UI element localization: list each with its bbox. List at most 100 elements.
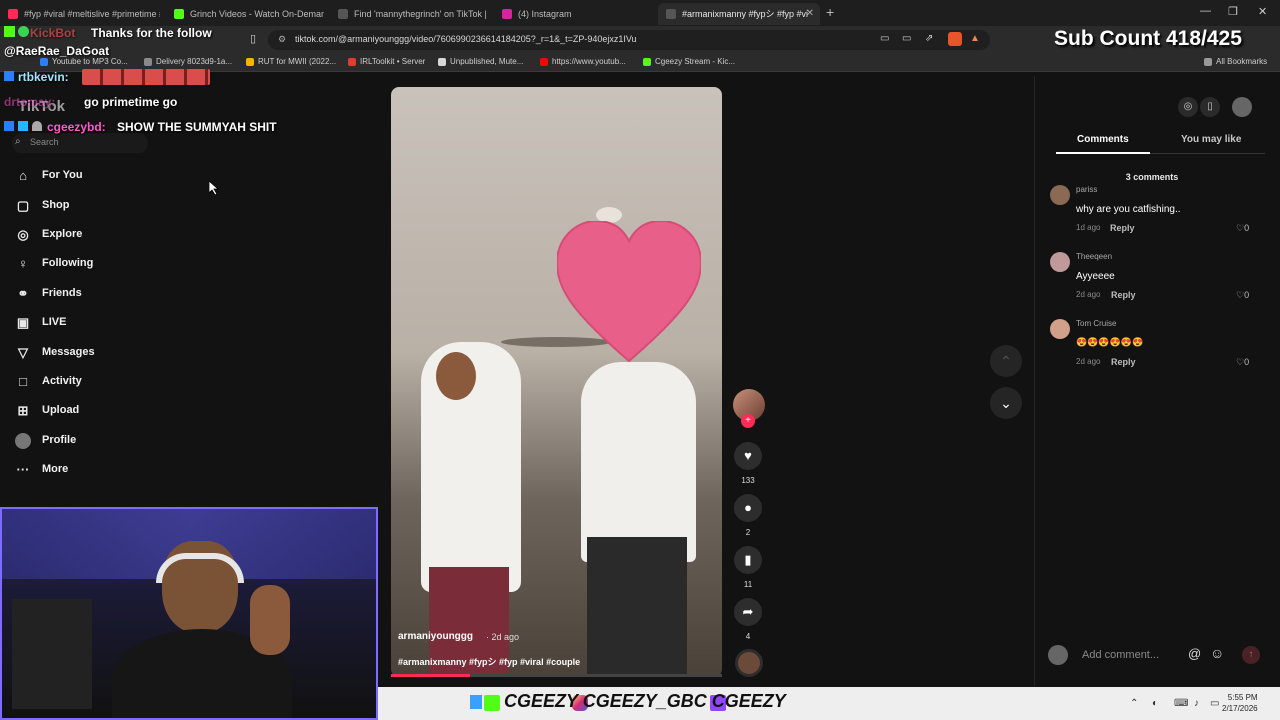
kick-badge-icon — [4, 26, 15, 37]
bookmark-cgeezy-stream[interactable]: Cgeezy Stream - Kic... — [643, 57, 735, 66]
nav-messages[interactable]: ▽ Messages — [15, 342, 175, 364]
person-right-pants — [587, 537, 687, 677]
reply-button[interactable]: Reply — [1111, 290, 1136, 300]
comment-username[interactable]: Tom Cruise — [1076, 319, 1116, 328]
minimize-icon[interactable]: — — [1200, 5, 1211, 17]
tab-instagram[interactable]: (4) Instagram — [494, 3, 652, 25]
chat-username: cgeezybd: — [47, 120, 106, 134]
tab-tiktok-fyp[interactable]: #fyp #viral #meltislive #primetime # — [0, 3, 160, 25]
comment-username[interactable]: pariss — [1076, 185, 1097, 194]
bookmark-rut-mwii[interactable]: RUT for MWII (2022... — [246, 57, 336, 66]
nav-live[interactable]: ▣ LIVE — [15, 312, 175, 334]
bookmark-delivery[interactable]: Delivery 8023d9-1a... — [144, 57, 232, 66]
heart-outline-icon[interactable]: ♡ — [1236, 357, 1244, 367]
comment-username[interactable]: Theeqeen — [1076, 252, 1112, 261]
my-avatar — [1048, 645, 1068, 665]
close-window-icon[interactable]: ✕ — [1258, 5, 1267, 18]
tab-find-manny[interactable]: Find 'mannythegrinch' on TikTok | Tik — [330, 3, 488, 25]
chat-message-text: SHOW THE SUMMYAH SHIT — [117, 120, 277, 134]
network-icon[interactable]: ⌨ — [1174, 698, 1188, 709]
share-arrow-icon[interactable]: ➦ — [734, 598, 762, 626]
tab-you-may-like[interactable]: You may like — [1181, 134, 1241, 145]
video-time: · 2d ago — [486, 632, 520, 642]
user-avatar[interactable] — [1232, 97, 1252, 117]
comment-icon[interactable]: ● — [734, 494, 762, 522]
nav-upload[interactable]: ⊞ Upload — [15, 400, 175, 422]
all-bookmarks[interactable]: All Bookmarks — [1204, 57, 1267, 66]
comment-like[interactable]: ♡0 — [1236, 290, 1249, 301]
nav-shop[interactable]: ▢ Shop — [15, 195, 175, 217]
nav-more[interactable]: ··· More — [15, 459, 175, 481]
app-tray-icon[interactable]: ◐ — [1152, 698, 1158, 709]
new-tab-button[interactable]: + — [826, 4, 834, 20]
url-text[interactable]: tiktok.com/@armaniyounggg/video/76069902… — [295, 34, 637, 44]
tab-comments[interactable]: Comments — [1077, 134, 1129, 145]
close-tab-icon[interactable]: ✕ — [806, 3, 814, 25]
cast-icon[interactable]: ▭ — [902, 33, 911, 44]
heart-icon[interactable]: ♥ — [734, 442, 762, 470]
brave-shield-icon[interactable] — [948, 32, 962, 46]
nav-for-you[interactable]: ⌂ For You — [15, 165, 175, 187]
chevron-up-icon[interactable]: ⌃ — [1130, 698, 1138, 709]
reply-button[interactable]: Reply — [1110, 223, 1135, 233]
extension-icon[interactable]: ▭ — [880, 33, 889, 44]
volume-icon[interactable]: ♪ — [1194, 698, 1199, 709]
tab-divider — [1150, 153, 1265, 154]
bookmark-unpublished[interactable]: Unpublished, Mute... — [438, 57, 523, 66]
comment-action[interactable]: ● 2 — [734, 494, 762, 537]
chat-badge-icon — [18, 121, 28, 131]
windows-icon[interactable] — [470, 695, 482, 709]
tab-active-video[interactable]: #armanixmanny #fypシ #fyp #vi ✕ — [658, 3, 820, 25]
nav-following[interactable]: ♀ Following — [15, 253, 175, 275]
mention-icon[interactable]: @ — [1188, 646, 1201, 661]
more-icon: ··· — [16, 462, 30, 477]
system-clock[interactable]: 5:55 PM 2/17/2026 — [1222, 692, 1258, 714]
bookmark-irltoolkit[interactable]: IRLToolkit • Server — [348, 57, 425, 66]
commenter-avatar[interactable] — [1050, 185, 1070, 205]
reply-button[interactable]: Reply — [1111, 357, 1136, 367]
home-icon: ⌂ — [19, 168, 27, 183]
bookmark-youtube[interactable]: https://www.youtub... — [540, 57, 626, 66]
video-hashtags[interactable]: #armanixmanny #fypシ #fyp #viral #couple — [398, 655, 580, 668]
video-username[interactable]: armaniyounggg — [398, 631, 473, 642]
save-action[interactable]: ▮ 11 — [734, 546, 762, 589]
shopping-bag-icon: ▢ — [16, 198, 30, 213]
tab-grinch-videos[interactable]: Grinch Videos - Watch On-Demand — [166, 3, 324, 25]
like-action[interactable]: ♥ 133 — [734, 442, 762, 485]
phone-icon[interactable]: ▯ — [1200, 97, 1220, 117]
bookmark-star-icon[interactable]: ▯ — [250, 32, 256, 45]
nav-activity[interactable]: □ Activity — [15, 371, 175, 393]
nav-explore[interactable]: ◎ Explore — [15, 224, 175, 246]
music-disc-icon[interactable] — [735, 649, 763, 677]
nav-friends[interactable]: ⚭ Friends — [15, 283, 175, 305]
follow-plus-icon[interactable]: + — [741, 414, 755, 428]
rewards-icon[interactable]: ▲ — [970, 33, 980, 44]
commenter-avatar[interactable] — [1050, 319, 1070, 339]
profile-icon — [15, 433, 31, 449]
site-info-icon[interactable]: ⚙ — [278, 34, 286, 45]
heart-sticker-icon — [557, 221, 701, 363]
compass-icon[interactable]: ◎ — [1178, 97, 1198, 117]
video-player[interactable] — [391, 87, 722, 677]
previous-video-button[interactable]: ⌃ — [990, 345, 1022, 377]
activity-icon: □ — [19, 374, 27, 389]
battery-icon[interactable]: ▭ — [1210, 698, 1219, 709]
emoji-icon[interactable]: ☺ — [1210, 645, 1224, 661]
bookmark-icon[interactable]: ▮ — [734, 546, 762, 574]
nav-profile[interactable]: Profile — [15, 430, 175, 452]
comment-like[interactable]: ♡0 — [1236, 357, 1249, 368]
bookmark-youtube-mp3[interactable]: Youtube to MP3 Co... — [40, 57, 128, 66]
next-video-button[interactable]: ⌄ — [990, 387, 1022, 419]
comment-like[interactable]: ♡0 — [1236, 223, 1249, 234]
commenter-avatar[interactable] — [1050, 252, 1070, 272]
chat-badge-icon — [4, 121, 14, 131]
comment-text: 😍😍😍😍😍😍 — [1076, 337, 1144, 347]
chat-badge-icon — [4, 71, 14, 81]
friends-icon: ⚭ — [17, 286, 29, 301]
heart-outline-icon[interactable]: ♡ — [1236, 223, 1244, 233]
maximize-icon[interactable]: ❐ — [1228, 5, 1238, 18]
heart-outline-icon[interactable]: ♡ — [1236, 290, 1244, 300]
share-icon[interactable]: ⇗ — [925, 33, 933, 44]
share-action[interactable]: ➦ 4 — [734, 598, 762, 641]
post-comment-button[interactable]: ↑ — [1242, 646, 1260, 664]
